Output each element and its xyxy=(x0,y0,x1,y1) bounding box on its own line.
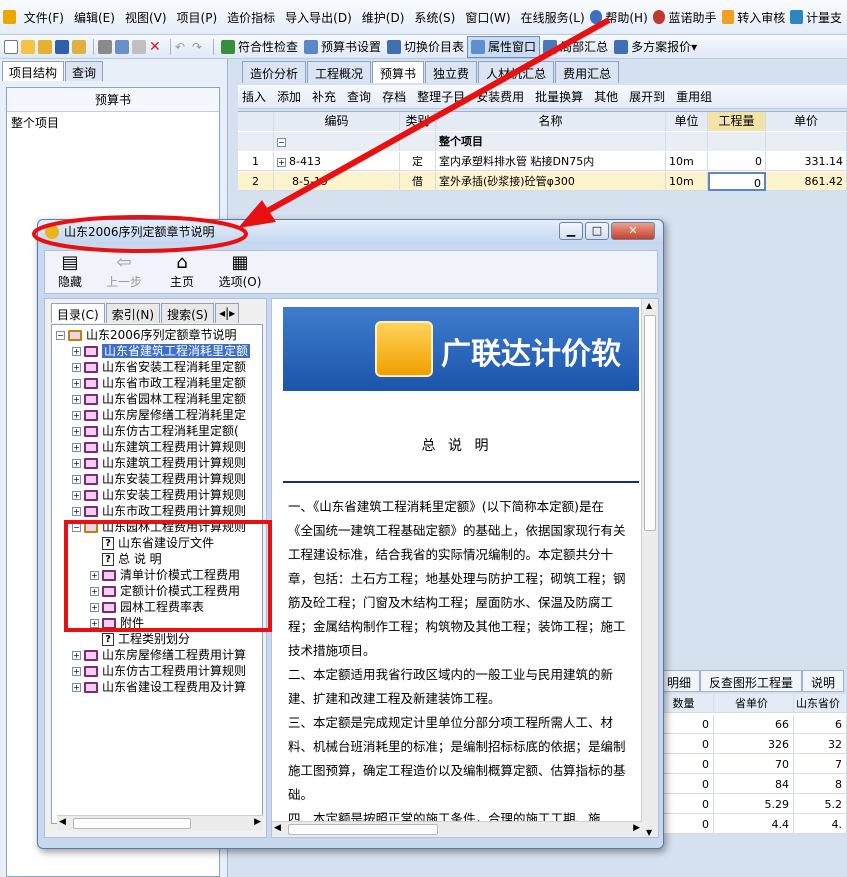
annotation-overlay xyxy=(32,17,611,253)
annotation-ellipse xyxy=(32,215,248,253)
annotation-arrow-head xyxy=(238,200,276,228)
annotation-arrow-line xyxy=(260,17,611,217)
